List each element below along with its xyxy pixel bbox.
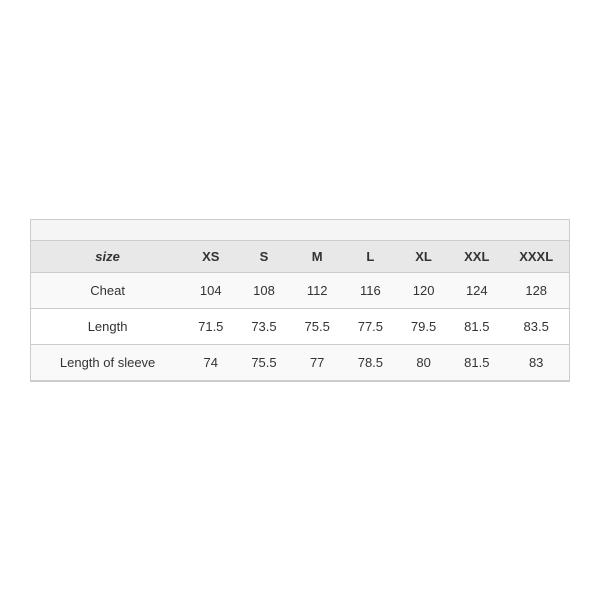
row-label-0: Cheat [31, 272, 184, 308]
cell-2-4: 80 [397, 344, 450, 380]
cell-1-5: 81.5 [450, 308, 503, 344]
table-row: Length71.573.575.577.579.581.583.5 [31, 308, 569, 344]
cell-1-3: 77.5 [344, 308, 397, 344]
cell-1-2: 75.5 [291, 308, 344, 344]
cell-2-0: 74 [184, 344, 237, 380]
cell-2-6: 83 [503, 344, 569, 380]
row-label-2: Length of sleeve [31, 344, 184, 380]
cell-1-0: 71.5 [184, 308, 237, 344]
cell-1-6: 83.5 [503, 308, 569, 344]
cell-2-2: 77 [291, 344, 344, 380]
row-label-1: Length [31, 308, 184, 344]
cell-0-0: 104 [184, 272, 237, 308]
column-header-xs: XS [184, 241, 237, 273]
chart-title-row [31, 220, 569, 241]
cell-0-3: 116 [344, 272, 397, 308]
cell-0-4: 120 [397, 272, 450, 308]
column-header-s: S [237, 241, 290, 273]
size-chart: sizeXSSMLXLXXLXXXL Cheat1041081121161201… [30, 219, 570, 382]
column-header-size: size [31, 241, 184, 273]
column-header-xxl: XXL [450, 241, 503, 273]
header-row: sizeXSSMLXLXXLXXXL [31, 241, 569, 273]
column-header-xl: XL [397, 241, 450, 273]
size-table: sizeXSSMLXLXXLXXXL Cheat1041081121161201… [31, 241, 569, 381]
table-row: Length of sleeve7475.57778.58081.583 [31, 344, 569, 380]
table-header: sizeXSSMLXLXXLXXXL [31, 241, 569, 273]
column-header-xxxl: XXXL [503, 241, 569, 273]
cell-0-2: 112 [291, 272, 344, 308]
cell-0-1: 108 [237, 272, 290, 308]
column-header-m: M [291, 241, 344, 273]
cell-0-5: 124 [450, 272, 503, 308]
cell-2-5: 81.5 [450, 344, 503, 380]
column-header-l: L [344, 241, 397, 273]
cell-0-6: 128 [503, 272, 569, 308]
cell-1-4: 79.5 [397, 308, 450, 344]
table-body: Cheat104108112116120124128Length71.573.5… [31, 272, 569, 380]
cell-1-1: 73.5 [237, 308, 290, 344]
table-row: Cheat104108112116120124128 [31, 272, 569, 308]
cell-2-1: 75.5 [237, 344, 290, 380]
cell-2-3: 78.5 [344, 344, 397, 380]
